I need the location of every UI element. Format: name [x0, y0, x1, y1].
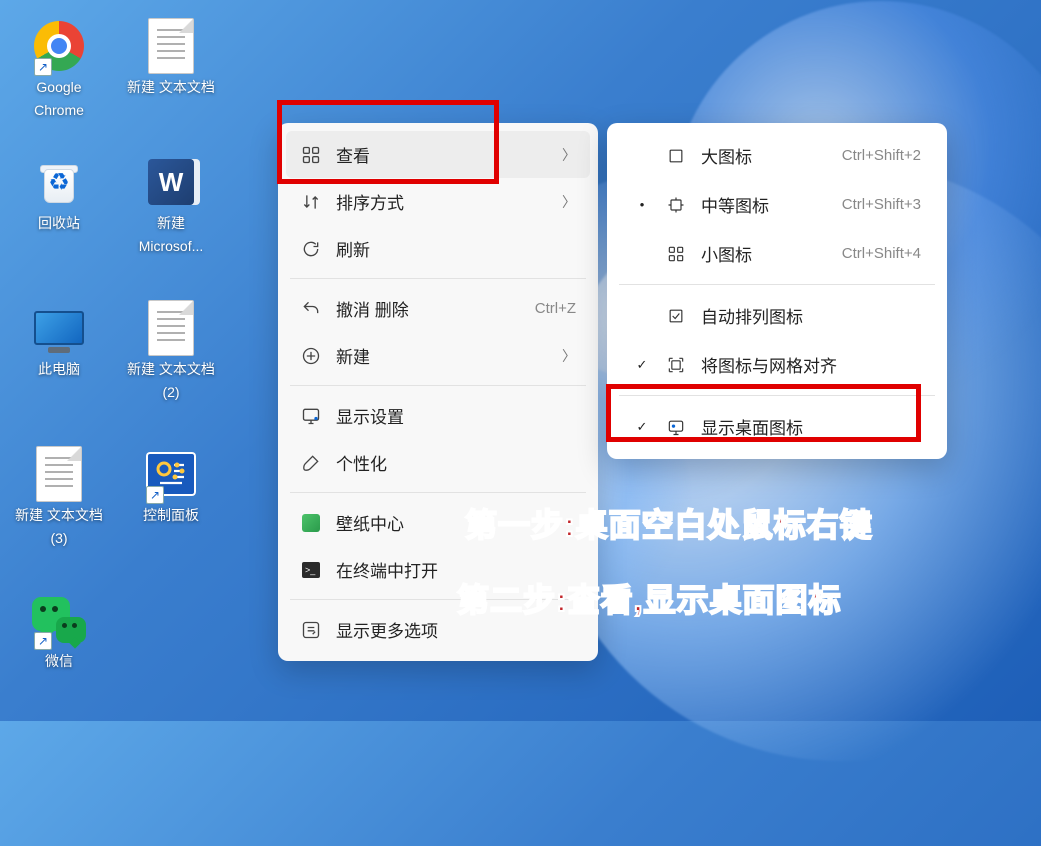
desktop-icon-txt2[interactable]: 新建 文本文档 (2)	[116, 300, 226, 402]
cpanel-icon: ↗	[143, 446, 199, 502]
desktop-icon-wechat[interactable]: ↗ 微信	[4, 592, 114, 671]
grid-icon	[300, 144, 322, 166]
desktop-icon-thispc[interactable]: 此电脑	[4, 300, 114, 379]
sort-icon	[300, 191, 322, 213]
annotation-step2: 第二步:查看,显示桌面图标	[457, 575, 842, 621]
wechat-icon: ↗	[31, 592, 87, 648]
show-icon	[665, 416, 687, 438]
menu-item-undo[interactable]: 撤消 删除 Ctrl+Z	[286, 285, 590, 332]
icon-label: (3)	[4, 529, 114, 548]
txt1-icon	[143, 18, 199, 74]
check-mark: ✓	[633, 357, 651, 373]
icon-label: 新建 文本文档	[4, 506, 114, 525]
chevron-right-icon: 〉	[562, 346, 576, 366]
wallpaper-icon	[300, 512, 322, 534]
menu-item-display[interactable]: 显示设置	[286, 392, 590, 439]
annotation-step1: 第一步:桌面空白处鼠标右键	[465, 500, 873, 546]
submenu-shortcut: Ctrl+Shift+2	[842, 147, 921, 164]
icon-label: 控制面板	[116, 506, 226, 525]
desktop-icon-word[interactable]: W 新建 Microsof...	[116, 154, 226, 256]
menu-shortcut: Ctrl+Z	[515, 300, 576, 317]
submenu-shortcut: Ctrl+Shift+3	[842, 196, 921, 213]
submenu-item-medium[interactable]: • 中等图标 Ctrl+Shift+3	[615, 180, 939, 229]
icon-label: 新建 文本文档	[116, 78, 226, 97]
submenu-item-large[interactable]: 大图标 Ctrl+Shift+2	[615, 131, 939, 180]
desktop-icon-txt3[interactable]: 新建 文本文档 (3)	[4, 446, 114, 548]
submenu-item-label: 大图标	[701, 143, 808, 168]
desktop-icon-txt1[interactable]: 新建 文本文档	[116, 18, 226, 97]
icon-label: Chrome	[4, 101, 114, 120]
recycle-icon: ♻	[31, 154, 87, 210]
desktop-icon-cpanel[interactable]: ↗ 控制面板	[116, 446, 226, 525]
submenu-item-label: 将图标与网格对齐	[701, 352, 921, 377]
undo-icon	[300, 298, 322, 320]
plus-icon	[300, 345, 322, 367]
menu-item-grid[interactable]: 查看〉	[286, 131, 590, 178]
txt3-icon	[31, 446, 87, 502]
desktop-icon-recycle[interactable]: ♻ 回收站	[4, 154, 114, 233]
submenu-item-auto[interactable]: 自动排列图标	[615, 291, 939, 340]
menu-separator	[290, 385, 586, 386]
view-submenu: 大图标 Ctrl+Shift+2 • 中等图标 Ctrl+Shift+3 小图标 Ctrl+…	[607, 123, 947, 459]
menu-item-label: 个性化	[336, 450, 576, 475]
auto-icon	[665, 305, 687, 327]
menu-item-label: 排序方式	[336, 189, 548, 214]
submenu-item-label: 显示桌面图标	[701, 414, 921, 439]
check-mark: •	[633, 197, 651, 212]
chrome-icon: ↗	[31, 18, 87, 74]
large-icon	[665, 145, 687, 167]
submenu-item-align[interactable]: ✓ 将图标与网格对齐	[615, 340, 939, 389]
medium-icon	[665, 194, 687, 216]
submenu-item-label: 中等图标	[701, 192, 808, 217]
icon-label: 新建 文本文档	[116, 360, 226, 379]
icon-label: 此电脑	[4, 360, 114, 379]
submenu-item-label: 小图标	[701, 241, 808, 266]
desktop-icon-chrome[interactable]: ↗ Google Chrome	[4, 18, 114, 120]
icon-label: Microsof...	[116, 237, 226, 256]
display-icon	[300, 405, 322, 427]
menu-item-refresh[interactable]: 刷新	[286, 225, 590, 272]
submenu-separator	[619, 284, 935, 285]
chevron-right-icon: 〉	[562, 192, 576, 212]
small-icon	[665, 243, 687, 265]
menu-item-label: 查看	[336, 142, 548, 167]
icon-label: 微信	[4, 652, 114, 671]
align-icon	[665, 354, 687, 376]
submenu-item-small[interactable]: 小图标 Ctrl+Shift+4	[615, 229, 939, 278]
refresh-icon	[300, 238, 322, 260]
menu-item-plus[interactable]: 新建〉	[286, 332, 590, 379]
menu-item-label: 新建	[336, 343, 548, 368]
chevron-right-icon: 〉	[562, 145, 576, 165]
menu-item-label: 刷新	[336, 236, 576, 261]
icon-label: (2)	[116, 383, 226, 402]
more-icon	[300, 619, 322, 641]
icon-label: Google	[4, 78, 114, 97]
brush-icon	[300, 452, 322, 474]
submenu-shortcut: Ctrl+Shift+4	[842, 245, 921, 262]
menu-item-brush[interactable]: 个性化	[286, 439, 590, 486]
thispc-icon	[31, 300, 87, 356]
menu-separator	[290, 278, 586, 279]
submenu-item-show[interactable]: ✓ 显示桌面图标	[615, 402, 939, 451]
terminal-icon: >_	[300, 559, 322, 581]
menu-separator	[290, 492, 586, 493]
icon-label: 新建	[116, 214, 226, 233]
submenu-item-label: 自动排列图标	[701, 303, 921, 328]
submenu-separator	[619, 395, 935, 396]
check-mark: ✓	[633, 419, 651, 435]
menu-item-label: 显示设置	[336, 403, 576, 428]
txt2-icon	[143, 300, 199, 356]
word-icon: W	[143, 154, 199, 210]
menu-item-label: 撤消 删除	[336, 296, 501, 321]
menu-item-sort[interactable]: 排序方式〉	[286, 178, 590, 225]
icon-label: 回收站	[4, 214, 114, 233]
